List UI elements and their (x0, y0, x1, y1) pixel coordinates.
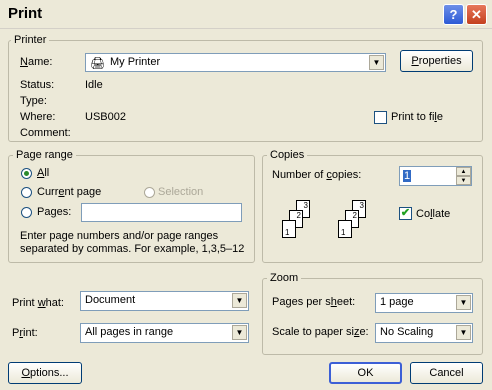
ok-button[interactable]: OK (329, 362, 402, 384)
pages-per-sheet-select[interactable]: 1 page ▼ (375, 293, 473, 313)
printer-icon: 🖨 (90, 56, 106, 70)
current-page-label: Current page (37, 186, 102, 198)
pages-per-sheet-label: Pages per sheet: (272, 296, 356, 308)
chevron-down-icon[interactable]: ▼ (369, 55, 384, 70)
chevron-down-icon[interactable]: ▼ (456, 325, 471, 340)
spin-down-icon[interactable]: ▼ (456, 176, 471, 185)
print-what-value: Document (85, 294, 136, 306)
options-button[interactable]: Options... (8, 362, 82, 384)
status-value: Idle (85, 79, 103, 91)
title-bar: Print ? ✕ (0, 0, 492, 29)
selection-radio[interactable] (144, 187, 155, 198)
page-range-hint-2: separated by commas. For example, 1,3,5–… (20, 243, 245, 255)
page-range-legend: Page range (13, 149, 76, 161)
current-page-radio[interactable] (21, 187, 32, 198)
collate-page-1a: 1 (282, 220, 296, 238)
all-label: All (37, 167, 50, 179)
printer-name-label: Name: (20, 56, 53, 68)
collate-illustration: 3 2 1 3 2 1 (272, 192, 392, 252)
print-to-file-checkbox[interactable] (374, 111, 387, 124)
help-button[interactable]: ? (443, 4, 464, 25)
all-radio[interactable] (21, 168, 32, 179)
scale-select[interactable]: No Scaling ▼ (375, 323, 473, 343)
help-icon: ? (449, 7, 458, 22)
type-label: Type: (20, 95, 47, 107)
scale-value: No Scaling (380, 326, 434, 338)
number-of-copies-label: Number of copies: (272, 169, 362, 181)
print-value: All pages in range (85, 326, 174, 338)
copies-legend: Copies (267, 149, 308, 161)
page-range-hint-1: Enter page numbers and/or page ranges (20, 230, 219, 242)
pages-radio[interactable] (21, 207, 32, 218)
zoom-legend: Zoom (267, 272, 302, 284)
printer-name-value: My Printer (110, 56, 161, 68)
print-to-file-label: Print to file (391, 111, 443, 123)
cancel-button[interactable]: Cancel (410, 362, 483, 384)
pages-label: Pages: (37, 206, 72, 218)
copies-value: 1 (403, 170, 412, 182)
spin-up-icon[interactable]: ▲ (456, 167, 471, 176)
collate-checkbox[interactable]: ✔ (399, 207, 412, 220)
properties-button[interactable]: Properties (400, 50, 473, 72)
copies-spinner[interactable]: 1 ▲ ▼ (399, 166, 472, 186)
status-label: Status: (20, 79, 55, 91)
pages-input[interactable] (81, 203, 242, 222)
comment-label: Comment: (20, 127, 71, 139)
collate-label: Collate (416, 208, 451, 220)
print-what-label: Print what: (12, 297, 64, 309)
printer-legend: Printer (11, 34, 50, 46)
chevron-down-icon[interactable]: ▼ (232, 325, 247, 340)
where-label: Where: (20, 111, 56, 123)
close-icon: ✕ (471, 6, 482, 22)
print-what-select[interactable]: Document ▼ (80, 291, 249, 311)
window-title: Print (8, 5, 43, 22)
zoom-group (262, 278, 483, 355)
close-button[interactable]: ✕ (466, 4, 487, 25)
checkmark-icon: ✔ (400, 207, 411, 219)
chevron-down-icon[interactable]: ▼ (456, 295, 471, 310)
print-label: Print: (12, 327, 38, 339)
print-select[interactable]: All pages in range ▼ (80, 323, 249, 343)
selection-label: Selection (158, 186, 204, 198)
scale-label: Scale to paper size: (272, 326, 369, 338)
pages-per-sheet-value: 1 page (380, 296, 414, 308)
printer-name-select[interactable]: 🖨 My Printer ▼ (85, 53, 386, 72)
collate-page-1b: 1 (338, 220, 352, 238)
chevron-down-icon[interactable]: ▼ (232, 293, 247, 308)
where-value: USB002 (85, 111, 126, 123)
